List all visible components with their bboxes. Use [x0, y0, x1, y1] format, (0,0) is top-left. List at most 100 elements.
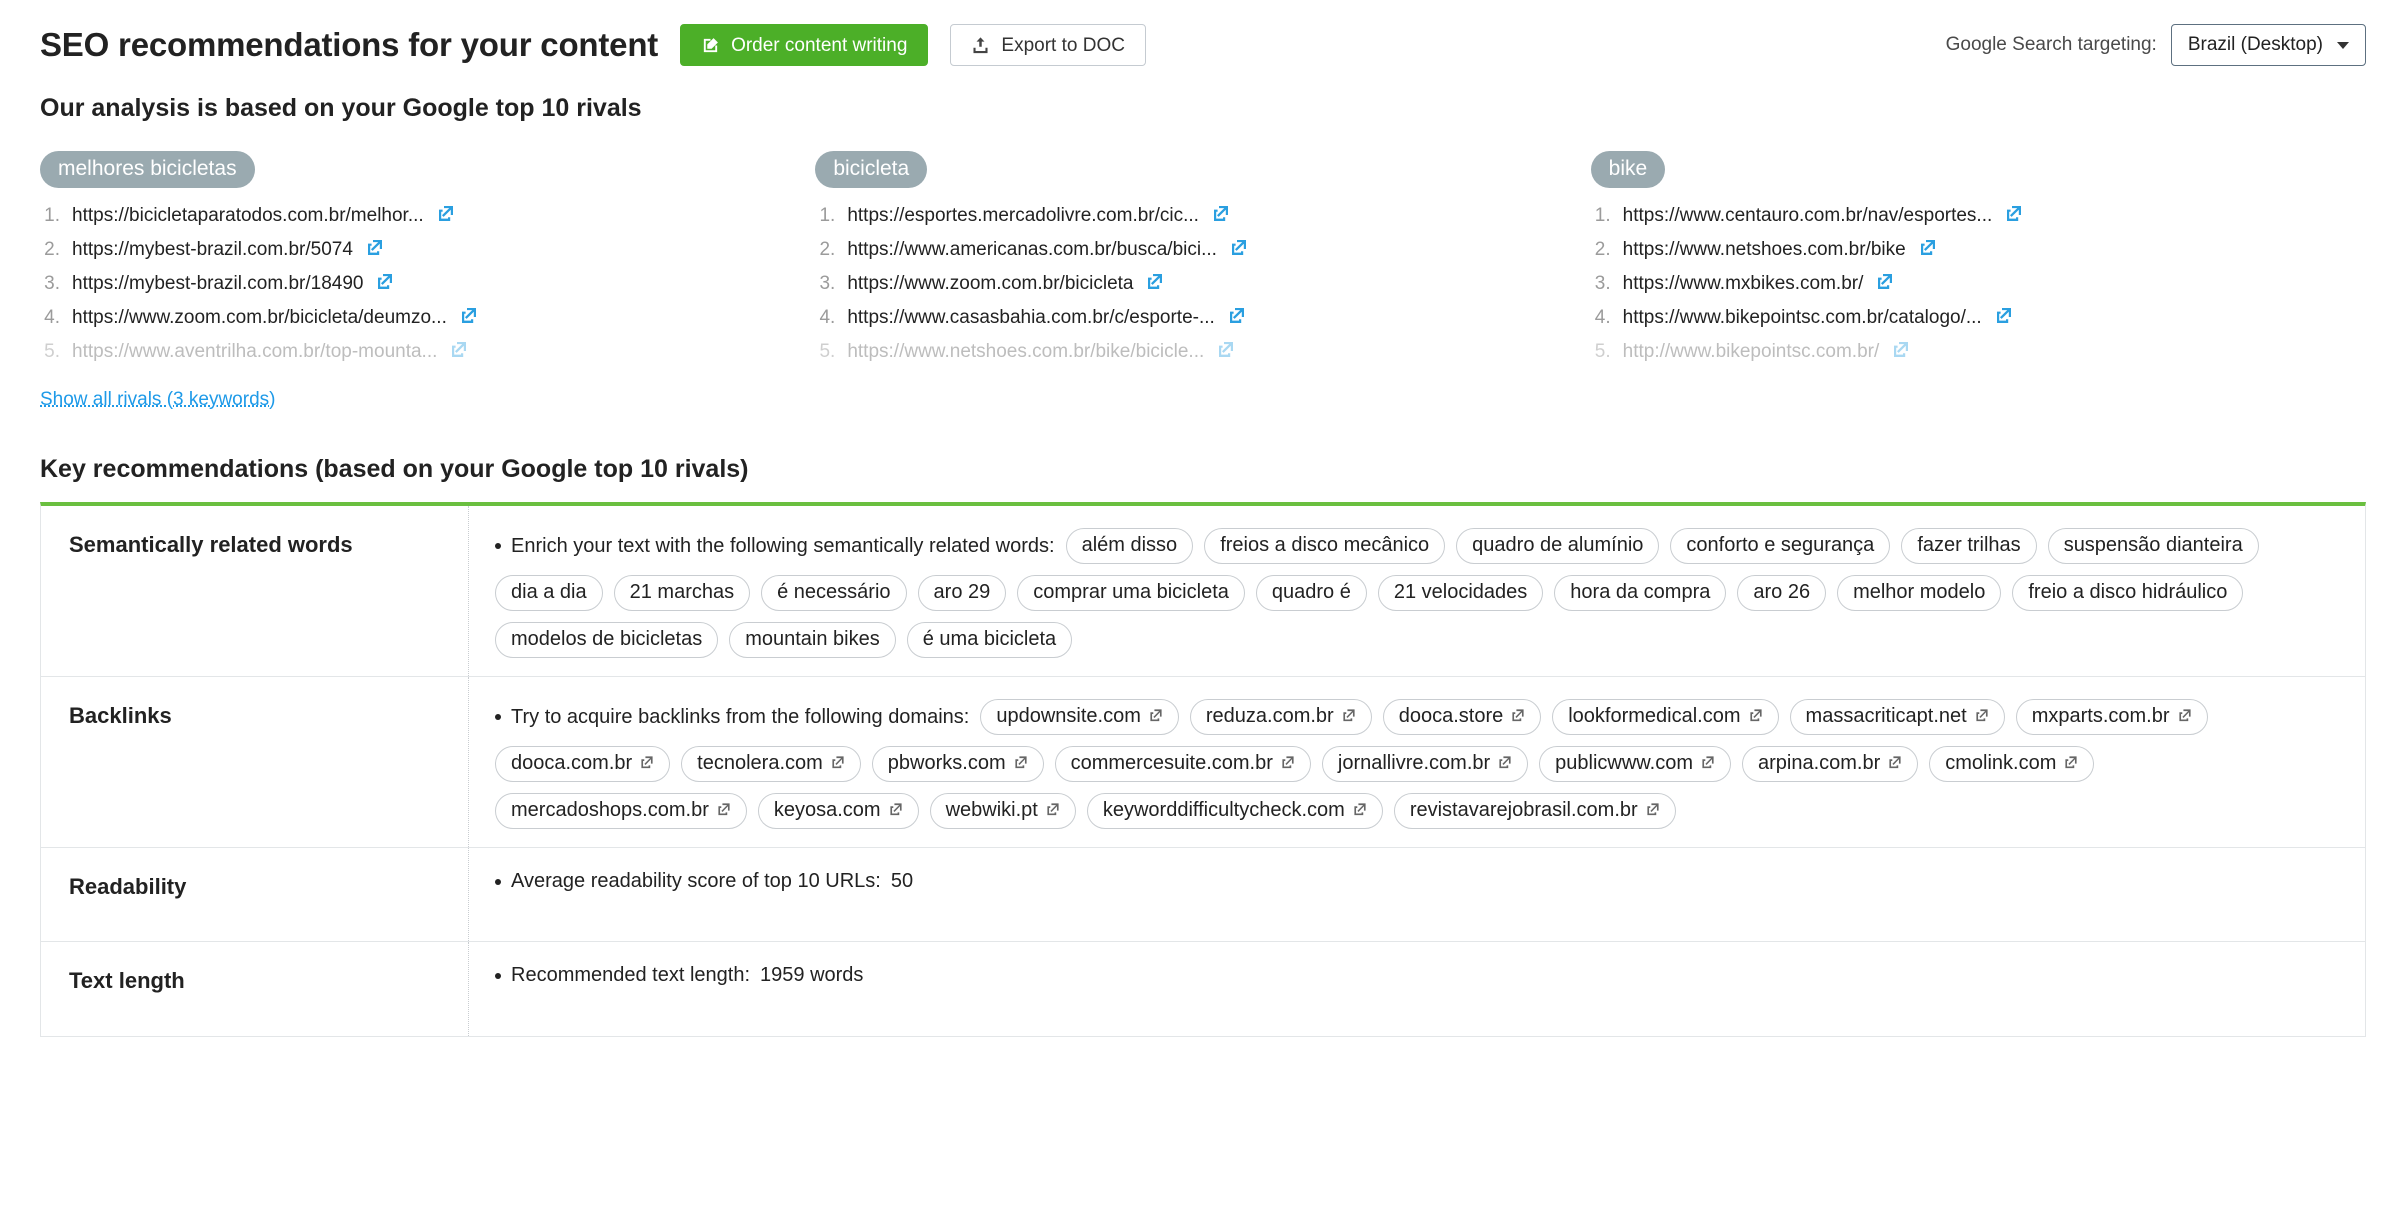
- list-item[interactable]: https://esportes.mercadolivre.com.br/cic…: [815, 205, 1590, 239]
- external-link-icon[interactable]: [1893, 341, 1909, 361]
- external-link-icon[interactable]: [1646, 800, 1660, 820]
- rival-url[interactable]: https://www.zoom.com.br/bicicleta: [847, 274, 1133, 293]
- backlink-domain-tag[interactable]: keyworddifficultycheck.com: [1086, 793, 1383, 829]
- rival-url[interactable]: https://www.bikepointsc.com.br/catalogo/…: [1623, 308, 1982, 327]
- rival-url[interactable]: https://www.mxbikes.com.br/: [1623, 274, 1864, 293]
- related-word-tag: fazer trilhas: [1901, 528, 2037, 564]
- external-link-icon[interactable]: [717, 800, 731, 820]
- list-item[interactable]: https://www.zoom.com.br/bicicleta/deumzo…: [40, 307, 815, 341]
- rival-url[interactable]: https://www.netshoes.com.br/bike: [1623, 240, 1906, 259]
- backlink-domain-tag[interactable]: commercesuite.com.br: [1054, 746, 1311, 782]
- rival-url[interactable]: https://www.americanas.com.br/busca/bici…: [847, 240, 1217, 259]
- backlink-domain-tag[interactable]: updownsite.com: [980, 699, 1179, 735]
- related-word-tag: 21 velocidades: [1377, 575, 1544, 611]
- external-link-icon[interactable]: [1147, 273, 1163, 293]
- bullet-icon: [495, 714, 501, 720]
- rival-url[interactable]: https://www.zoom.com.br/bicicleta/deumzo…: [72, 308, 447, 327]
- external-link-icon[interactable]: [1511, 706, 1525, 726]
- rival-url[interactable]: https://bicicletaparatodos.com.br/melhor…: [72, 206, 424, 225]
- related-word-tag: é necessário: [761, 575, 907, 611]
- rival-url[interactable]: http://www.bikepointsc.com.br/: [1623, 342, 1880, 361]
- related-word-tag: hora da compra: [1554, 575, 1727, 611]
- external-link-icon[interactable]: [1218, 341, 1234, 361]
- external-link-icon[interactable]: [1888, 753, 1902, 773]
- list-item[interactable]: https://bicicletaparatodos.com.br/melhor…: [40, 205, 815, 239]
- backlink-domain-tag[interactable]: revistavarejobrasil.com.br: [1393, 793, 1676, 829]
- rival-url[interactable]: https://www.netshoes.com.br/bike/bicicle…: [847, 342, 1204, 361]
- rival-url[interactable]: https://www.centauro.com.br/nav/esportes…: [1623, 206, 1993, 225]
- external-link-icon[interactable]: [1975, 706, 1989, 726]
- list-item[interactable]: https://www.bikepointsc.com.br/catalogo/…: [1591, 307, 2366, 341]
- rival-url[interactable]: https://mybest-brazil.com.br/5074: [72, 240, 353, 259]
- backlink-domain-tag[interactable]: reduza.com.br: [1189, 699, 1372, 735]
- external-link-icon[interactable]: [2064, 753, 2078, 773]
- backlink-domain-tag[interactable]: lookformedical.com: [1552, 699, 1779, 735]
- order-content-writing-button[interactable]: Order content writing: [680, 24, 929, 66]
- backlink-domain-tag[interactable]: tecnolera.com: [681, 746, 861, 782]
- external-link-icon[interactable]: [367, 239, 383, 259]
- external-link-icon[interactable]: [1877, 273, 1893, 293]
- backlink-domain-tag[interactable]: arpina.com.br: [1741, 746, 1919, 782]
- search-targeting-select[interactable]: Brazil (Desktop): [2170, 24, 2366, 66]
- backlink-domain-tag[interactable]: pbworks.com: [871, 746, 1044, 782]
- list-item[interactable]: https://mybest-brazil.com.br/18490: [40, 273, 815, 307]
- backlink-domain-tag[interactable]: keyosa.com: [757, 793, 919, 829]
- external-link-icon[interactable]: [1149, 706, 1163, 726]
- rival-url[interactable]: https://www.aventrilha.com.br/top-mounta…: [72, 342, 437, 361]
- keyword-group-1: bicicleta https://esportes.mercadolivre.…: [815, 151, 1590, 375]
- backlink-domain-tag[interactable]: dooca.store: [1382, 699, 1542, 735]
- external-link-icon[interactable]: [461, 307, 477, 327]
- list-item[interactable]: https://www.netshoes.com.br/bike/bicicle…: [815, 341, 1590, 375]
- backlink-domain-tag[interactable]: webwiki.pt: [929, 793, 1076, 829]
- external-link-icon[interactable]: [1701, 753, 1715, 773]
- list-item[interactable]: https://www.mxbikes.com.br/: [1591, 273, 2366, 307]
- list-item[interactable]: https://www.americanas.com.br/busca/bici…: [815, 239, 1590, 273]
- external-link-icon[interactable]: [1353, 800, 1367, 820]
- external-link-icon[interactable]: [1342, 706, 1356, 726]
- external-link-icon[interactable]: [1229, 307, 1245, 327]
- external-link-icon[interactable]: [1920, 239, 1936, 259]
- list-item[interactable]: https://www.aventrilha.com.br/top-mounta…: [40, 341, 815, 375]
- external-link-icon[interactable]: [1046, 800, 1060, 820]
- list-item[interactable]: https://www.zoom.com.br/bicicleta: [815, 273, 1590, 307]
- external-link-icon[interactable]: [377, 273, 393, 293]
- backlink-domain-tag[interactable]: mercadoshops.com.br: [495, 793, 747, 829]
- related-word-tag: dia a dia: [495, 575, 603, 611]
- external-link-icon[interactable]: [1498, 753, 1512, 773]
- backlink-domain-tag[interactable]: dooca.com.br: [495, 746, 671, 782]
- bullet-icon: [495, 543, 501, 549]
- external-link-icon[interactable]: [451, 341, 467, 361]
- list-item[interactable]: https://www.netshoes.com.br/bike: [1591, 239, 2366, 273]
- keyword-pill[interactable]: bike: [1590, 151, 1666, 188]
- backlink-domain-tag[interactable]: jornallivre.com.br: [1321, 746, 1529, 782]
- external-link-icon[interactable]: [1281, 753, 1295, 773]
- list-item[interactable]: https://www.centauro.com.br/nav/esportes…: [1591, 205, 2366, 239]
- external-link-icon[interactable]: [640, 753, 654, 773]
- external-link-icon[interactable]: [2006, 205, 2022, 225]
- list-item[interactable]: https://www.casasbahia.com.br/c/esporte-…: [815, 307, 1590, 341]
- external-link-icon[interactable]: [1213, 205, 1229, 225]
- rival-url[interactable]: https://www.casasbahia.com.br/c/esporte-…: [847, 308, 1215, 327]
- external-link-icon[interactable]: [1749, 706, 1763, 726]
- keyword-pill[interactable]: bicicleta: [815, 151, 928, 188]
- backlink-domain-tag[interactable]: cmolink.com: [1929, 746, 2095, 782]
- external-link-icon[interactable]: [1231, 239, 1247, 259]
- external-link-icon[interactable]: [1014, 753, 1028, 773]
- backlink-domain-tag[interactable]: mxparts.com.br: [2015, 699, 2208, 735]
- show-all-rivals-link[interactable]: Show all rivals (3 keywords): [40, 389, 275, 411]
- external-link-icon[interactable]: [1996, 307, 2012, 327]
- keyword-pill[interactable]: melhores bicicletas: [40, 151, 255, 188]
- export-to-doc-button[interactable]: Export to DOC: [950, 24, 1146, 66]
- backlink-domain-tag[interactable]: publicwww.com: [1539, 746, 1731, 782]
- row-content: Recommended text length: 1959 words: [469, 942, 2365, 1036]
- external-link-icon[interactable]: [438, 205, 454, 225]
- rival-url[interactable]: https://mybest-brazil.com.br/18490: [72, 274, 363, 293]
- related-word-tag: é uma bicicleta: [906, 622, 1073, 658]
- rival-url[interactable]: https://esportes.mercadolivre.com.br/cic…: [847, 206, 1199, 225]
- external-link-icon[interactable]: [2178, 706, 2192, 726]
- list-item[interactable]: http://www.bikepointsc.com.br/: [1591, 341, 2366, 375]
- external-link-icon[interactable]: [889, 800, 903, 820]
- external-link-icon[interactable]: [831, 753, 845, 773]
- list-item[interactable]: https://mybest-brazil.com.br/5074: [40, 239, 815, 273]
- backlink-domain-tag[interactable]: massacriticapt.net: [1789, 699, 2005, 735]
